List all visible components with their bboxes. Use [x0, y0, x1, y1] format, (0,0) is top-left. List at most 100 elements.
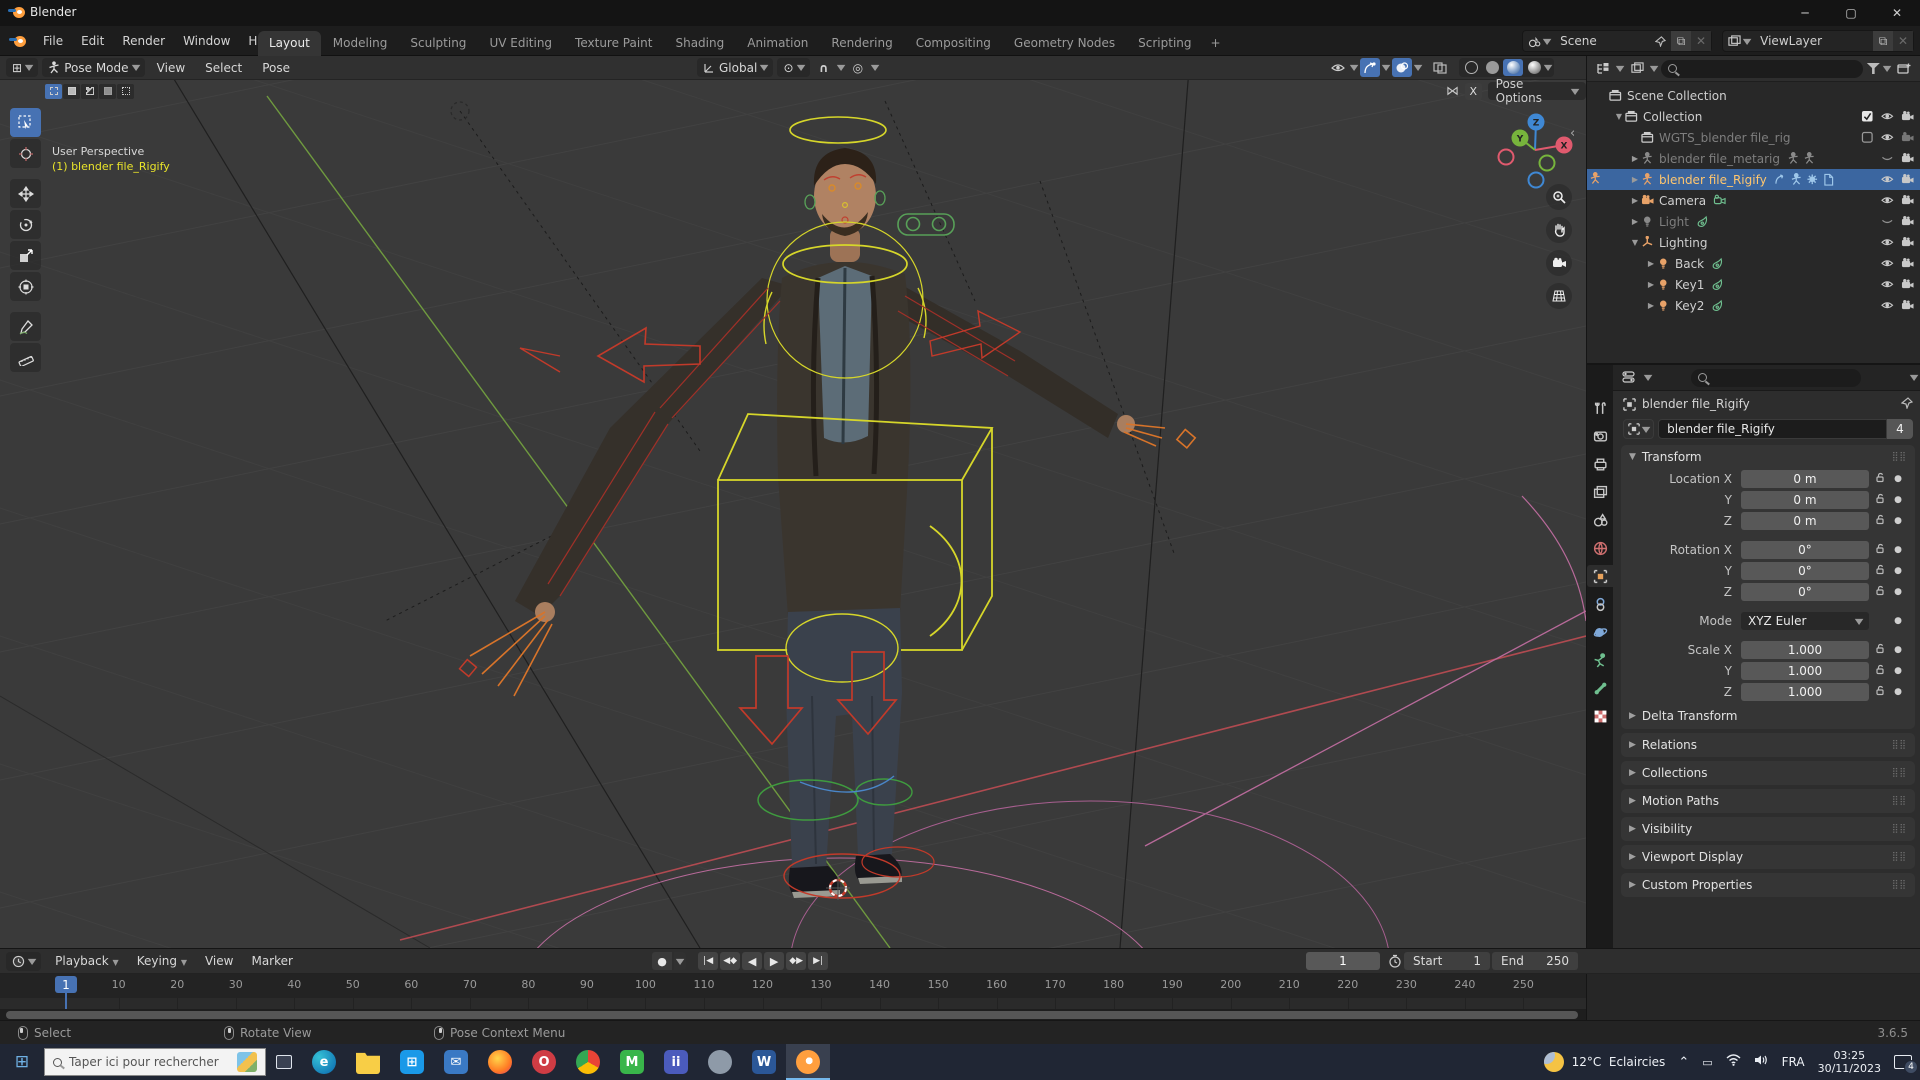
maximize-button[interactable]: ▢	[1828, 0, 1874, 26]
box-icon[interactable]	[1861, 131, 1874, 144]
armature-muted-icon[interactable]	[1803, 152, 1816, 165]
camera-icon[interactable]	[1901, 278, 1914, 291]
outliner-item-label[interactable]: Camera	[1659, 194, 1706, 208]
shading-material-button[interactable]	[1503, 59, 1524, 76]
orthographic-grid-button[interactable]	[1546, 283, 1572, 309]
eye-icon[interactable]	[1881, 194, 1894, 207]
lock-icon[interactable]	[1869, 493, 1891, 507]
taskbar-app-camera-app[interactable]	[698, 1044, 742, 1080]
check-icon[interactable]	[1861, 110, 1874, 123]
collection-icon[interactable]	[1625, 110, 1638, 123]
scene-name[interactable]: Scene	[1555, 31, 1650, 51]
panel-header[interactable]: ▶ Relations ⣿⣿	[1621, 733, 1915, 757]
camera-icon[interactable]	[1901, 110, 1914, 123]
workspace-tab-layout[interactable]: Layout	[258, 31, 321, 56]
properties-tab-tool[interactable]	[1587, 397, 1613, 419]
panel-grip[interactable]: ⣿⣿	[1892, 452, 1907, 462]
object-name-input[interactable]: blender file_Rigify	[1658, 419, 1887, 439]
workspace-tab-geometry-nodes[interactable]: Geometry Nodes	[1003, 31, 1126, 56]
viewlayer-selector[interactable]: ▼ ViewLayer ⧉ ✕	[1722, 30, 1914, 52]
new-collection-button[interactable]	[1894, 59, 1914, 78]
eye-closed-icon[interactable]	[1881, 152, 1894, 165]
taskbar-clock[interactable]: 03:25 30/11/2023	[1818, 1049, 1881, 1075]
workspace-tab-animation[interactable]: Animation	[736, 31, 819, 56]
outliner-item-label[interactable]: Key2	[1675, 299, 1704, 313]
timeline-scrollbar-thumb[interactable]	[6, 1011, 1578, 1019]
volume-icon[interactable]	[1754, 1054, 1769, 1070]
menu-render[interactable]: Render	[113, 30, 174, 52]
value-field[interactable]: 0 m	[1741, 470, 1869, 488]
camera-icon[interactable]	[1901, 299, 1914, 312]
outliner-filter-obj-icon[interactable]	[1627, 59, 1647, 78]
outliner-display-mode-icon[interactable]	[1593, 59, 1613, 78]
value-field[interactable]: 1.000	[1741, 641, 1869, 659]
eye-icon[interactable]	[1881, 278, 1894, 291]
outliner-row[interactable]: ▶ Camera	[1587, 190, 1920, 211]
taskbar-app-firefox[interactable]	[478, 1044, 522, 1080]
workspace-tab-texture-paint[interactable]: Texture Paint	[564, 31, 663, 56]
gizmos-toggle[interactable]	[1360, 58, 1381, 77]
wifi-icon[interactable]	[1726, 1054, 1741, 1070]
animate-dot[interactable]: ●	[1891, 587, 1905, 597]
gear-icon[interactable]	[1806, 173, 1819, 186]
select-mode-invert[interactable]	[99, 83, 116, 99]
viewport-canvas[interactable]	[0, 56, 1586, 948]
scene-delete-button[interactable]: ✕	[1691, 31, 1711, 51]
task-view-button[interactable]	[266, 1044, 302, 1080]
pivot-point-dropdown[interactable]: ⊙ ▼	[777, 58, 810, 77]
taskbar-app-word[interactable]: W	[742, 1044, 786, 1080]
taskbar-search-input[interactable]: Taper ici pour rechercher	[44, 1048, 266, 1076]
start-frame-field[interactable]: Start 1	[1404, 952, 1490, 970]
taskbar-app-store[interactable]: ⊞	[390, 1044, 434, 1080]
workspace-tab-sculpting[interactable]: Sculpting	[399, 31, 477, 56]
menu-pose[interactable]: Pose	[254, 58, 298, 78]
viewlayer-name[interactable]: ViewLayer	[1755, 31, 1873, 51]
tool-select-box[interactable]	[10, 108, 41, 137]
value-field[interactable]: 0 m	[1741, 491, 1869, 509]
expander-icon[interactable]: ▶	[1645, 301, 1657, 310]
minimize-button[interactable]: ─	[1782, 0, 1828, 26]
scene-copy-button[interactable]: ⧉	[1671, 31, 1691, 51]
transform-panel-header[interactable]: ▼ Transform ⣿⣿	[1621, 445, 1915, 469]
outliner-item-label[interactable]: Scene Collection	[1627, 89, 1727, 103]
taskbar-app-file-explorer[interactable]	[346, 1044, 390, 1080]
properties-tab-world[interactable]	[1587, 537, 1613, 559]
scene-selector[interactable]: ▼ Scene ⧉ ✕	[1522, 30, 1712, 52]
menu-edit[interactable]: Edit	[72, 30, 113, 52]
outliner-item-label[interactable]: Lighting	[1659, 236, 1708, 250]
camera-icon[interactable]	[1901, 215, 1914, 228]
expander-icon[interactable]: ▶	[1645, 280, 1657, 289]
users-count-badge[interactable]: 4	[1887, 419, 1913, 439]
expander-icon[interactable]: ▶	[1629, 196, 1641, 205]
lock-icon[interactable]	[1869, 543, 1891, 557]
preview-range-clock-icon[interactable]	[1388, 954, 1402, 968]
expander-icon[interactable]: ▶	[1629, 154, 1641, 163]
overlays-toggle[interactable]	[1392, 58, 1413, 77]
animate-dot[interactable]: ●	[1891, 645, 1905, 655]
close-button[interactable]: ✕	[1874, 0, 1920, 26]
light-data-icon[interactable]	[1711, 299, 1724, 312]
animate-dot[interactable]: ●	[1891, 566, 1905, 576]
value-field[interactable]: 1.000	[1741, 662, 1869, 680]
filter-funnel-icon[interactable]	[1866, 63, 1880, 74]
tool-cursor[interactable]	[10, 139, 41, 168]
expander-icon[interactable]: ▶	[1629, 175, 1641, 184]
playhead[interactable]: 1	[55, 976, 77, 993]
light-icon[interactable]	[1657, 257, 1670, 270]
menu-file[interactable]: File	[34, 30, 72, 52]
expander-icon[interactable]: ▶	[1629, 217, 1641, 226]
lock-icon[interactable]	[1869, 664, 1891, 678]
notification-center-icon[interactable]: 4	[1894, 1055, 1918, 1074]
eye-icon[interactable]	[1881, 173, 1894, 186]
animate-dot[interactable]: ●	[1891, 666, 1905, 676]
language-indicator[interactable]: FRA	[1782, 1055, 1805, 1069]
outliner-item-label[interactable]: Back	[1675, 257, 1704, 271]
value-field[interactable]: 0°	[1741, 541, 1869, 559]
outliner-row[interactable]: ▶ Light	[1587, 211, 1920, 232]
eye-icon[interactable]	[1881, 110, 1894, 123]
workspace-tab-rendering[interactable]: Rendering	[820, 31, 903, 56]
outliner-search-input[interactable]	[1661, 59, 1863, 78]
current-frame-field[interactable]: 1	[1306, 952, 1380, 970]
camera-obj-icon[interactable]	[1641, 194, 1654, 207]
properties-tab-view-layer[interactable]	[1587, 481, 1613, 503]
